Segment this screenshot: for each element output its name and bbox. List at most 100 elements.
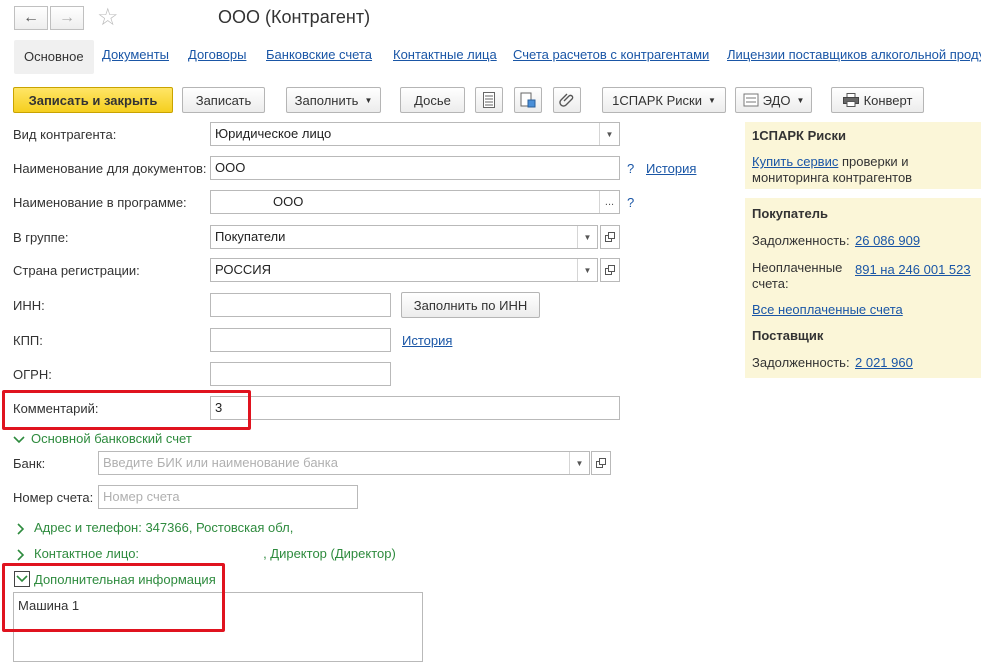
chevron-right-icon xyxy=(17,548,25,561)
country-value: РОССИЯ xyxy=(215,262,272,277)
forward-button[interactable]: → xyxy=(50,6,84,30)
kind-label: Вид контрагента: xyxy=(13,127,117,142)
unpaid-label-2: счета: xyxy=(752,276,789,291)
country-open-button[interactable] xyxy=(600,258,620,282)
extra-info-highlight-box xyxy=(2,563,225,632)
country-label: Страна регистрации: xyxy=(13,263,140,278)
unpaid-invoices-link[interactable]: 891 на 246 001 523 xyxy=(855,262,971,277)
address-group-header[interactable]: Адрес и телефон: 347366, Ростовская обл, xyxy=(16,520,293,535)
docname-history-link[interactable]: История xyxy=(646,161,696,176)
tab-bank-accounts[interactable]: Банковские счета xyxy=(266,47,372,67)
supplier-title: Поставщик xyxy=(752,328,824,343)
document-list-icon xyxy=(483,92,495,108)
tab-contracts[interactable]: Договоры xyxy=(188,47,246,67)
kind-value: Юридическое лицо xyxy=(215,126,332,141)
edo-button[interactable]: ЭДО ▼ xyxy=(735,87,812,113)
back-button[interactable]: ← xyxy=(14,6,48,30)
spark-text-1: проверки и xyxy=(841,154,909,169)
page-title: ООО (Контрагент) xyxy=(218,7,371,27)
save-button[interactable]: Записать xyxy=(182,87,265,113)
ogrn-label: ОГРН: xyxy=(13,367,52,382)
buy-service-link[interactable]: Купить сервис xyxy=(752,154,838,169)
fill-by-inn-button[interactable]: Заполнить по ИНН xyxy=(401,292,540,318)
bank-label: Банк: xyxy=(13,456,46,471)
kpp-history-link[interactable]: История xyxy=(402,333,452,348)
bank-placeholder: Введите БИК или наименование банка xyxy=(103,455,338,470)
help-question-icon[interactable]: ? xyxy=(627,195,634,210)
fill-label: Заполнить xyxy=(294,92,359,108)
comment-input[interactable]: 3 xyxy=(210,396,620,420)
spark-label: 1СПАРК Риски xyxy=(612,92,702,108)
edo-label: ЭДО xyxy=(762,92,791,108)
chevron-down-icon: ▼ xyxy=(796,95,805,105)
envelope-button[interactable]: Конверт xyxy=(831,87,924,113)
spark-text-2: мониторинга контрагентов xyxy=(752,170,913,185)
tab-alcohol-licenses[interactable]: Лицензии поставщиков алкогольной проду xyxy=(727,47,981,67)
supplier-debt-link[interactable]: 2 021 960 xyxy=(855,355,913,370)
all-unpaid-link[interactable]: Все неоплаченные счета xyxy=(752,302,903,317)
chevron-right-icon xyxy=(17,522,25,535)
supplier-debt-label: Задолженность: xyxy=(752,355,850,370)
spark-panel-text: Купить сервис проверки и xyxy=(752,154,909,169)
account-input[interactable]: Номер счета xyxy=(98,485,358,509)
docname-label: Наименование для документов: xyxy=(13,161,207,176)
open-window-icon xyxy=(605,265,615,275)
envelope-label: Конверт xyxy=(863,92,913,108)
buyer-debt-link[interactable]: 26 086 909 xyxy=(855,233,920,248)
spark-risks-button[interactable]: 1СПАРК Риски ▼ xyxy=(602,87,726,113)
structure-button[interactable] xyxy=(514,87,542,113)
bank-group-header[interactable]: Основной банковский счет xyxy=(13,431,192,446)
account-label: Номер счета: xyxy=(13,490,94,505)
progname-value: ООО xyxy=(273,194,304,209)
attach-button[interactable] xyxy=(553,87,581,113)
chevron-down-icon xyxy=(13,435,25,443)
progname-input[interactable]: ООО ... xyxy=(210,190,620,214)
favorite-star-icon[interactable]: ☆ xyxy=(97,3,119,32)
buyer-debt-label: Задолженность: xyxy=(752,233,850,248)
print-list-button[interactable] xyxy=(475,87,503,113)
bank-group-title: Основной банковский счет xyxy=(31,431,192,446)
open-window-icon xyxy=(605,232,615,242)
fill-dropdown-button[interactable]: Заполнить ▼ xyxy=(286,87,381,113)
chevron-down-icon: ▼ xyxy=(707,95,716,105)
group-open-button[interactable] xyxy=(600,225,620,249)
contact-group-title: Контактное лицо: xyxy=(34,546,140,561)
unpaid-label-1: Неоплаченные xyxy=(752,260,843,275)
address-group-title: Адрес и телефон: 347366, Ростовская обл, xyxy=(34,520,294,535)
chevron-down-icon: ▼ xyxy=(364,95,373,105)
tab-documents[interactable]: Документы xyxy=(102,47,169,67)
spark-panel-title: 1СПАРК Риски xyxy=(752,128,846,143)
inn-input[interactable] xyxy=(210,293,391,317)
edo-document-icon xyxy=(743,93,759,107)
bank-open-button[interactable] xyxy=(591,451,611,475)
chevron-down-icon[interactable]: ▼ xyxy=(577,226,597,248)
arrow-left-icon: ← xyxy=(23,9,39,26)
chevron-down-icon[interactable]: ▼ xyxy=(599,123,619,145)
group-label: В группе: xyxy=(13,230,69,245)
country-select[interactable]: РОССИЯ ▼ xyxy=(210,258,598,282)
help-question-icon[interactable]: ? xyxy=(627,161,634,176)
tab-settlement-accounts[interactable]: Счета расчетов с контрагентами xyxy=(513,47,709,67)
group-value: Покупатели xyxy=(215,229,286,244)
kind-select[interactable]: Юридическое лицо ▼ xyxy=(210,122,620,146)
contact-group-header[interactable]: Контактное лицо: , Директор (Директор) xyxy=(16,546,396,561)
ellipsis-icon[interactable]: ... xyxy=(599,191,619,213)
spark-panel: 1СПАРК Риски Купить сервис проверки и мо… xyxy=(745,122,981,189)
tab-contacts[interactable]: Контактные лица xyxy=(393,47,497,67)
tab-main[interactable]: Основное xyxy=(14,40,94,74)
settlements-panel: Покупатель Задолженность: 26 086 909 Нео… xyxy=(745,198,981,378)
bank-select[interactable]: Введите БИК или наименование банка ▼ xyxy=(98,451,590,475)
contact-group-suffix: , Директор (Директор) xyxy=(263,546,396,561)
save-and-close-button[interactable]: Записать и закрыть xyxy=(13,87,173,113)
kpp-label: КПП: xyxy=(13,333,43,348)
docname-input[interactable]: ООО xyxy=(210,156,620,180)
open-window-icon xyxy=(596,458,606,468)
ogrn-input[interactable] xyxy=(210,362,391,386)
kpp-input[interactable] xyxy=(210,328,391,352)
account-placeholder: Номер счета xyxy=(103,489,180,504)
printer-icon xyxy=(842,93,859,107)
chevron-down-icon[interactable]: ▼ xyxy=(569,452,589,474)
group-select[interactable]: Покупатели ▼ xyxy=(210,225,598,249)
chevron-down-icon[interactable]: ▼ xyxy=(577,259,597,281)
dossier-button[interactable]: Досье xyxy=(400,87,465,113)
